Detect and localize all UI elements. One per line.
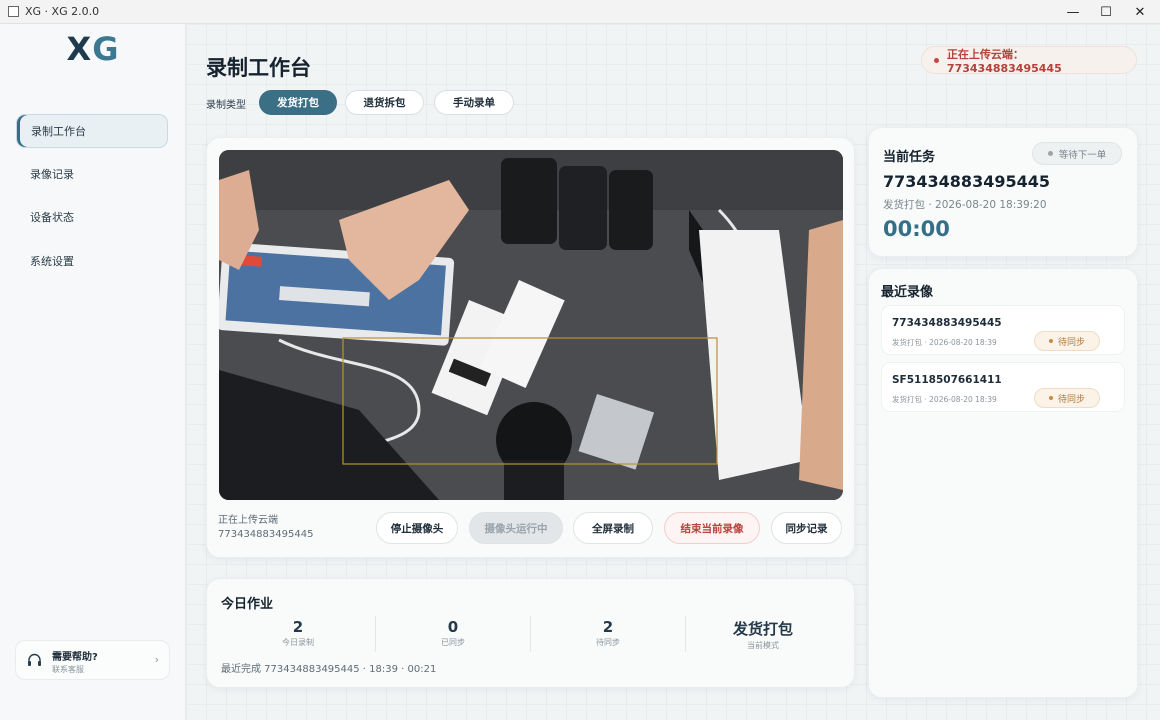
window-title: XG · XG 2.0.0 — [25, 5, 100, 18]
list-item[interactable]: SF5118507661411 发货打包 · 2026-08-20 18:39 … — [881, 362, 1125, 412]
stat-current-mode: 发货打包 当前模式 — [732, 620, 793, 650]
task-meta: 发货打包 · 2026-08-20 18:39:20 — [883, 199, 1047, 211]
help-card[interactable]: 需要帮助? 联系客服 › — [15, 640, 170, 680]
app-logo: XG — [66, 30, 120, 68]
app-icon — [8, 6, 19, 17]
help-title: 需要帮助? — [52, 652, 98, 663]
status-badge: 待同步 — [1034, 331, 1100, 351]
tab-ship-pack[interactable]: 发货打包 — [259, 90, 337, 115]
today-title: 今日作业 — [221, 597, 274, 612]
tab-manual-order[interactable]: 手动录单 — [434, 90, 514, 115]
sidebar-item-devices[interactable]: 设备状态 — [16, 200, 168, 234]
stop-camera-button[interactable]: 停止摄像头 — [376, 512, 458, 544]
tab-return-unpack[interactable]: 退货拆包 — [345, 90, 424, 115]
camera-running-button[interactable]: 摄像头运行中 — [469, 512, 563, 544]
upload-status-badge: 正在上传云端：773434883495445 — [921, 46, 1137, 75]
help-subtitle: 联系客服 — [52, 665, 84, 674]
camera-preview[interactable] — [219, 150, 843, 500]
sync-records-button[interactable]: 同步记录 — [771, 512, 842, 544]
task-order-id: 773434883495445 — [883, 172, 1050, 191]
end-recording-button[interactable]: 结束当前录像 — [664, 512, 760, 544]
headset-icon — [26, 652, 43, 669]
sidebar-item-workbench[interactable]: 录制工作台 — [16, 114, 168, 148]
sidebar-item-settings[interactable]: 系统设置 — [16, 244, 168, 278]
task-timer: 00:00 — [883, 217, 950, 241]
last-completed-text: 最近完成 773434883495445 · 18:39 · 00:21 — [221, 664, 437, 675]
camera-status-text: 正在上传云端 773434883495445 — [218, 515, 314, 540]
status-dot — [1047, 151, 1053, 156]
record-type-label: 录制类型 — [206, 100, 246, 111]
close-button[interactable]: ✕ — [1118, 0, 1160, 24]
title-bar: XG · XG 2.0.0 — [0, 0, 1160, 24]
status-badge: 待同步 — [1034, 388, 1100, 408]
list-item[interactable]: 773434883495445 发货打包 · 2026-08-20 18:39 … — [881, 305, 1125, 355]
stat-pending: 2 待同步 — [596, 618, 620, 647]
task-title: 当前任务 — [883, 150, 936, 165]
sidebar-item-records[interactable]: 录像记录 — [16, 157, 168, 191]
stat-synced: 0 已同步 — [441, 618, 465, 647]
status-dot — [934, 57, 939, 63]
chevron-right-icon: › — [154, 653, 159, 666]
page-title: 录制工作台 — [206, 56, 311, 80]
stat-today-recorded: 2 今日录制 — [282, 618, 314, 647]
recent-title: 最近录像 — [881, 285, 934, 300]
task-status-badge: 等待下一单 — [1032, 142, 1122, 165]
fullscreen-record-button[interactable]: 全屏录制 — [573, 512, 653, 544]
